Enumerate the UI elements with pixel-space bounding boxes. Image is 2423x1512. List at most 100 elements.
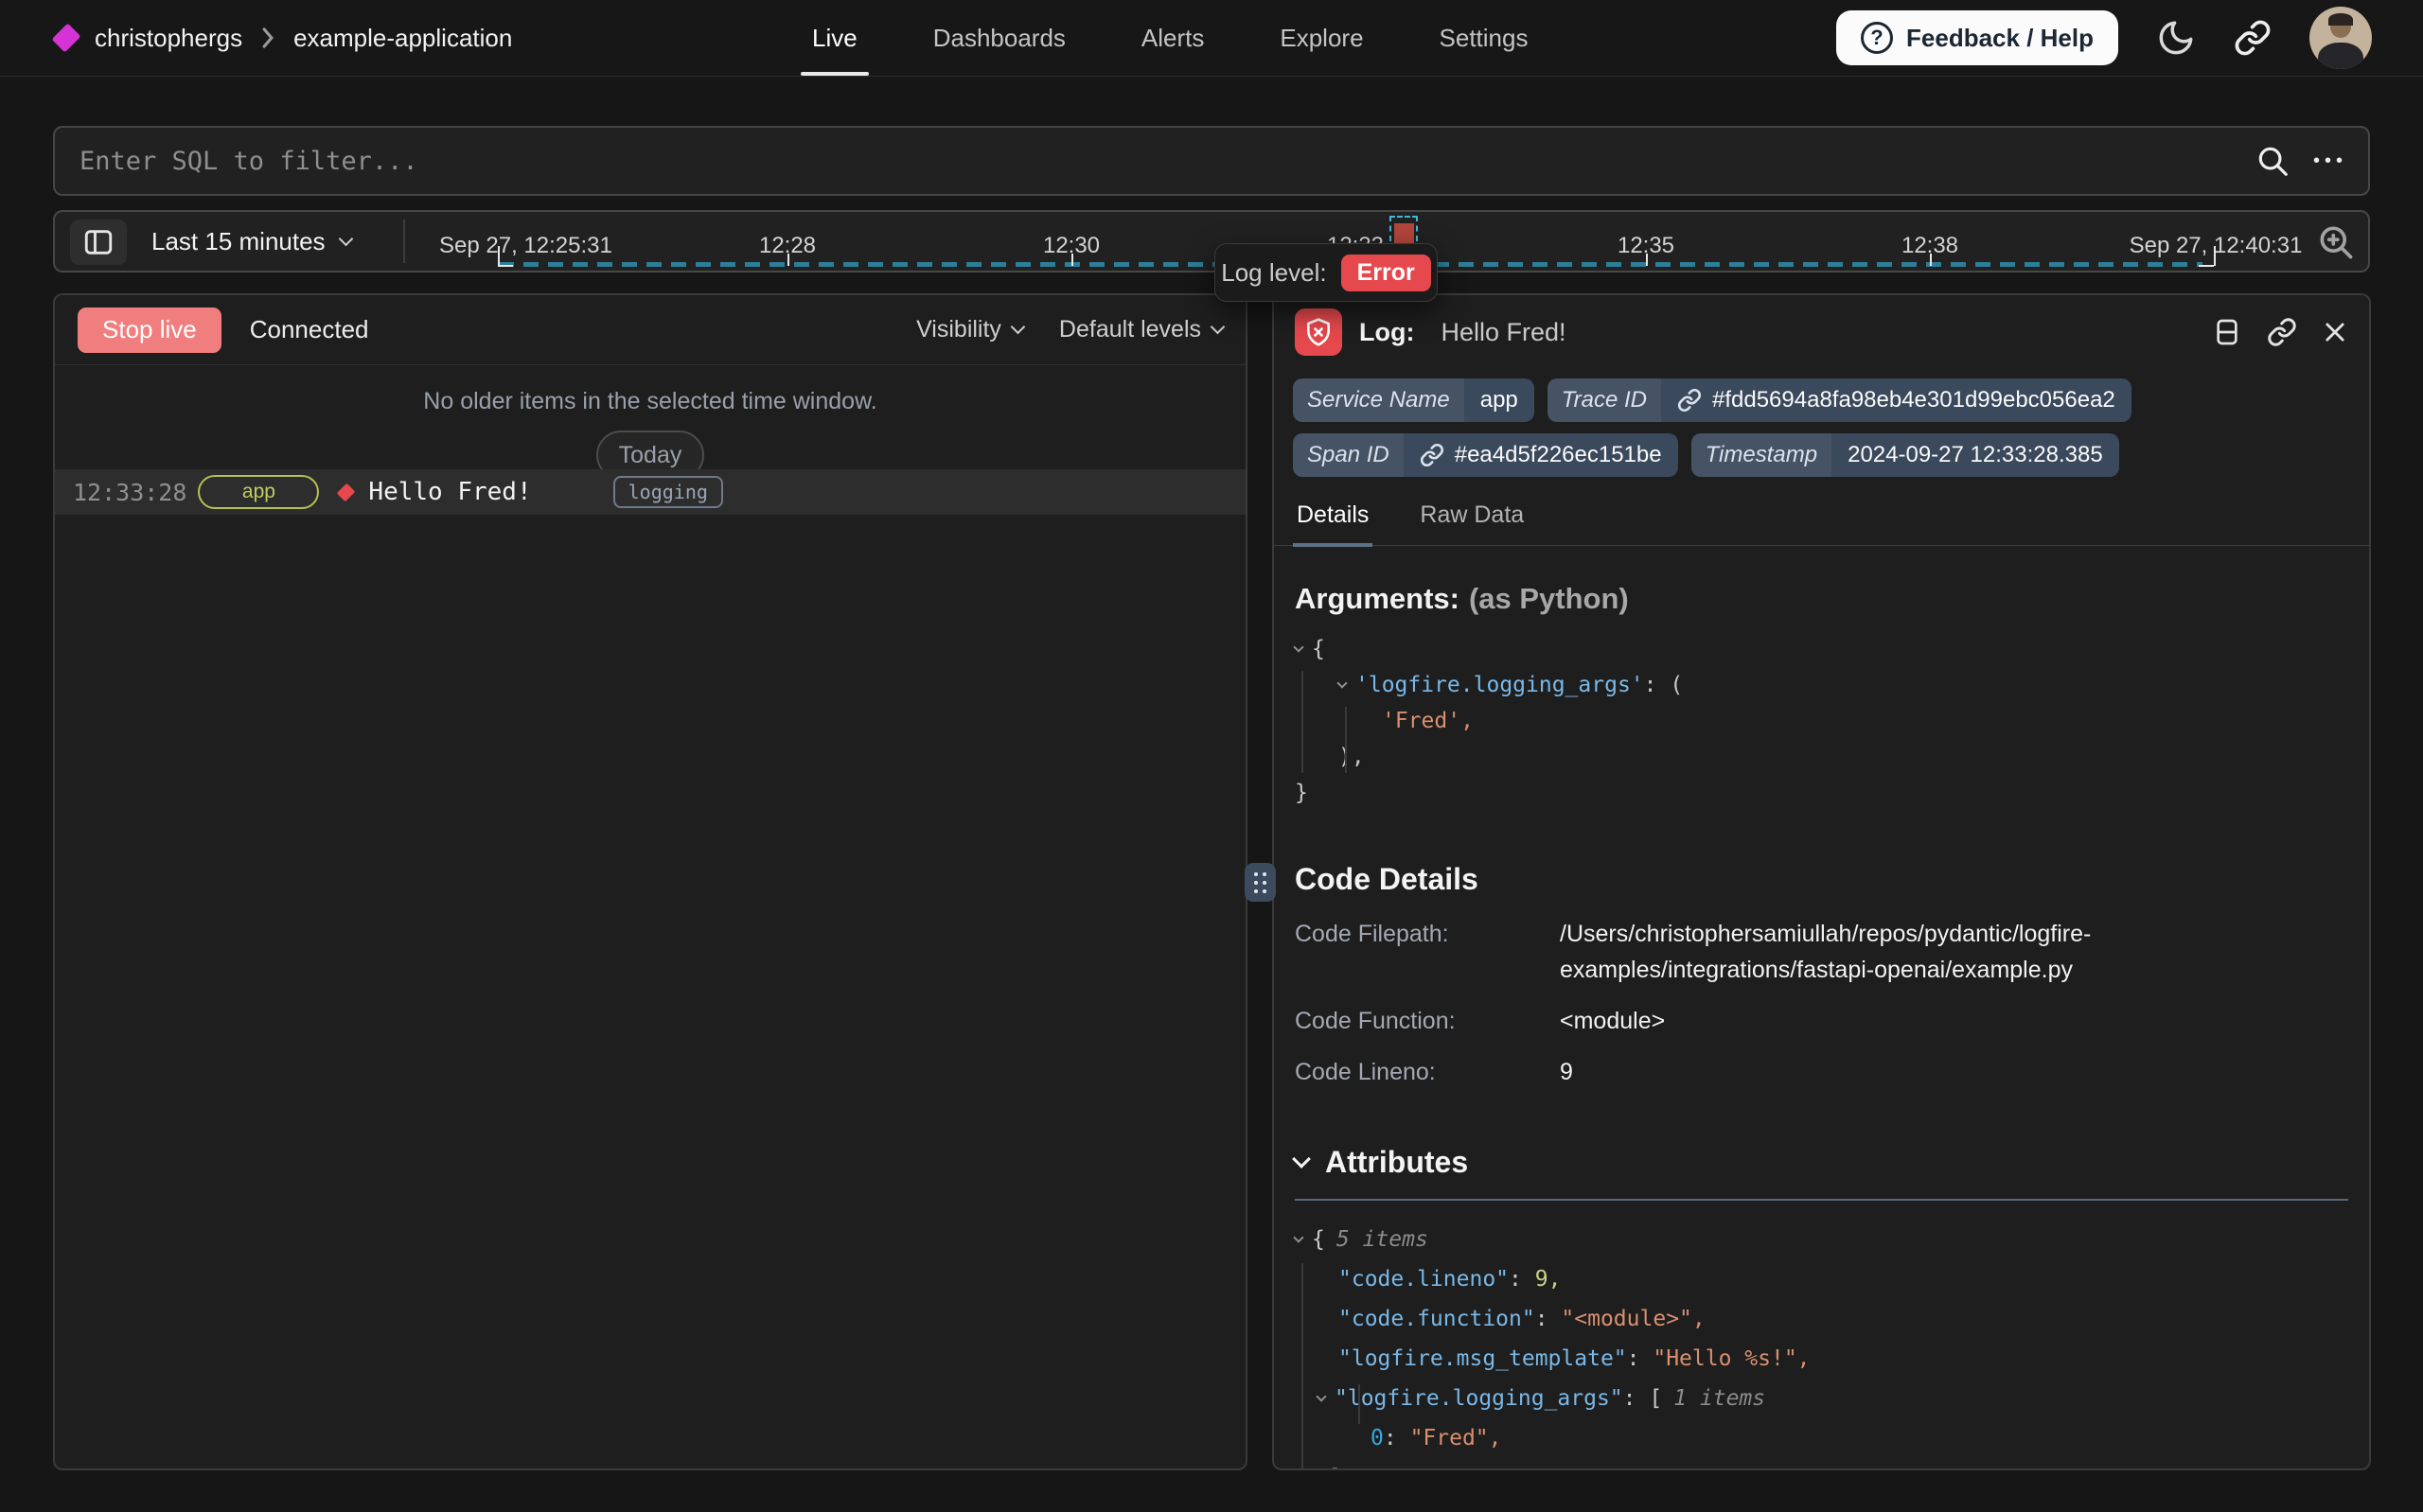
arguments-code-block: { 'logfire.logging_args': ( 'Fred', ), }: [1295, 631, 2348, 811]
detail-badges: Service Name app Trace ID #fdd5694a8fa98…: [1274, 369, 2369, 477]
timeline-tick: [1646, 254, 1648, 266]
error-diamond-icon: [337, 483, 356, 501]
timeline-start-stub: [498, 265, 513, 267]
breadcrumb-project[interactable]: example-application: [293, 24, 512, 53]
log-detail-panel: Log: Hello Fred! Service Name app Trace …: [1272, 293, 2371, 1470]
app-root: christophergs example-application Live D…: [0, 0, 2423, 1512]
arguments-heading: Arguments: (as Python): [1295, 582, 2348, 616]
arguments-heading-note: (as Python): [1469, 582, 1629, 615]
timestamp-badge[interactable]: Timestamp 2024-09-27 12:33:28.385: [1691, 433, 2119, 477]
close-icon[interactable]: [2322, 319, 2348, 345]
nav-actions: ? Feedback / Help: [1836, 0, 2372, 76]
detail-body: Arguments: (as Python) { 'logfire.logging…: [1274, 582, 2369, 1470]
span-id-label: Span ID: [1293, 433, 1404, 477]
sidebar-toggle-button[interactable]: [70, 220, 127, 265]
logging-tag-badge[interactable]: logging: [613, 476, 723, 508]
open-in-panel-icon[interactable]: [2212, 317, 2242, 347]
timestamp-value: 2024-09-27 12:33:28.385: [1831, 433, 2119, 477]
sql-filter-actions: •••: [2255, 126, 2347, 196]
trace-id-value: #fdd5694a8fa98eb4e301d99ebc056ea2: [1712, 387, 2115, 413]
trace-id-label: Trace ID: [1548, 378, 1661, 422]
avatar-torso: [2318, 43, 2363, 69]
chevron-down-icon: [1292, 1150, 1311, 1169]
search-icon[interactable]: [2255, 143, 2290, 179]
tab-live[interactable]: Live: [801, 0, 869, 76]
question-circle-icon: ?: [1861, 22, 1893, 54]
visibility-label: Visibility: [916, 316, 1001, 343]
chevron-down-icon: [1011, 320, 1026, 335]
tab-raw-data[interactable]: Raw Data: [1416, 501, 1528, 545]
share-link-button[interactable]: [2234, 19, 2272, 57]
expander-icon[interactable]: [1293, 642, 1303, 652]
tab-settings[interactable]: Settings: [1428, 0, 1540, 76]
breadcrumb: christophergs example-application: [55, 0, 512, 76]
top-nav: christophergs example-application Live D…: [0, 0, 2423, 77]
timeline-tick: [1930, 254, 1932, 266]
moon-icon: [2156, 18, 2196, 58]
arguments-heading-text: Arguments:: [1295, 582, 1459, 615]
link-icon: [2234, 19, 2272, 57]
timeline-start-tick: [498, 246, 500, 266]
code-lineno-label: Code Lineno:: [1295, 1054, 1560, 1090]
stop-live-button[interactable]: Stop live: [78, 308, 221, 353]
copy-link-icon[interactable]: [2267, 317, 2297, 347]
dark-mode-toggle[interactable]: [2156, 18, 2196, 58]
code-function-label: Code Function:: [1295, 1003, 1560, 1039]
code-filepath-value: /Users/christophersamiullah/repos/pydant…: [1560, 916, 2203, 988]
detail-title-prefix: Log:: [1359, 318, 1414, 347]
timeline-tick: [1071, 254, 1073, 266]
expander-icon[interactable]: [1316, 1391, 1326, 1401]
tab-explore[interactable]: Explore: [1268, 0, 1374, 76]
panel-resize-handle[interactable]: [1245, 863, 1276, 902]
panel-toggle-icon: [82, 226, 115, 258]
detail-tabs: Details Raw Data: [1274, 501, 2369, 546]
default-levels-dropdown[interactable]: Default levels: [1059, 316, 1223, 343]
detail-title: Hello Fred!: [1441, 318, 1565, 347]
service-badge[interactable]: app: [198, 475, 319, 509]
tab-dashboards[interactable]: Dashboards: [922, 0, 1077, 76]
feedback-help-label: Feedback / Help: [1906, 24, 2094, 53]
tab-alerts[interactable]: Alerts: [1130, 0, 1215, 76]
expander-icon[interactable]: [1336, 677, 1347, 688]
tab-details[interactable]: Details: [1293, 501, 1372, 547]
sql-filter-input[interactable]: [53, 126, 2370, 196]
detail-header-actions: [2212, 317, 2348, 347]
zoom-in-icon: [2315, 221, 2357, 263]
divider: [403, 220, 405, 263]
sql-filter-bar: •••: [53, 126, 2370, 196]
timestamp-label: Timestamp: [1691, 433, 1831, 477]
time-range-label: Last 15 minutes: [151, 227, 326, 256]
attributes-code-block: {5 items "code.lineno": 9, "code.functio…: [1295, 1220, 2348, 1470]
span-id-badge[interactable]: Span ID #ea4d5f226ec151be: [1293, 433, 1678, 477]
avatar-hair: [2328, 13, 2352, 26]
link-icon: [1420, 443, 1444, 467]
feedback-help-button[interactable]: ? Feedback / Help: [1836, 10, 2118, 65]
code-lineno-value: 9: [1560, 1054, 2203, 1090]
service-name-badge[interactable]: Service Name app: [1293, 378, 1534, 422]
trace-id-badge[interactable]: Trace ID #fdd5694a8fa98eb4e301d99ebc056e…: [1548, 378, 2131, 422]
code-function-value: <module>: [1560, 1003, 2203, 1039]
breadcrumb-org[interactable]: christophergs: [95, 24, 242, 53]
timeline-tick: [787, 254, 789, 266]
code-details-grid: Code Filepath: /Users/christophersamiull…: [1295, 916, 2348, 1090]
live-panel-controls: Visibility Default levels: [916, 316, 1223, 343]
breadcrumb-chevron-icon: [259, 26, 276, 50]
logfire-logo-icon[interactable]: [52, 24, 81, 53]
time-range-selector[interactable]: Last 15 minutes: [151, 212, 351, 271]
more-options-icon[interactable]: •••: [2313, 151, 2347, 170]
tooltip-label: Log level:: [1221, 258, 1326, 288]
error-level-badge: Error: [1341, 255, 1431, 291]
user-avatar[interactable]: [2309, 7, 2372, 69]
log-row-selected[interactable]: 12:33:28 app Hello Fred! logging: [55, 469, 1246, 515]
log-message: Hello Fred!: [368, 478, 531, 506]
live-panel-header: Stop live Connected Visibility Default l…: [55, 295, 1246, 365]
link-icon: [1677, 388, 1702, 413]
attributes-section-toggle[interactable]: Attributes: [1295, 1145, 2348, 1180]
timeline-start-label: Sep 27, 12:25:31: [439, 233, 612, 259]
empty-window-message: No older items in the selected time wind…: [55, 388, 1246, 415]
expander-icon[interactable]: [1293, 1232, 1303, 1242]
zoom-in-button[interactable]: [2315, 221, 2357, 266]
service-name-value: app: [1464, 378, 1534, 422]
grip-dots-icon: [1254, 872, 1266, 893]
visibility-dropdown[interactable]: Visibility: [916, 316, 1023, 343]
